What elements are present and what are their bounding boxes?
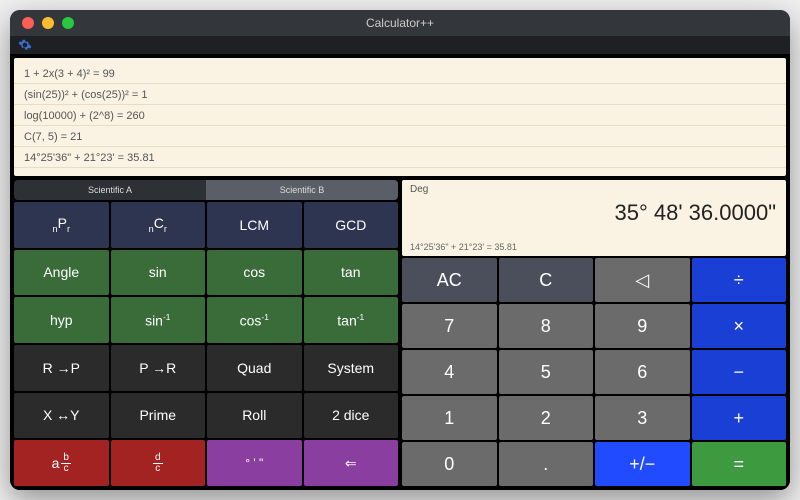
angle-button[interactable]: Angle xyxy=(14,250,109,296)
digit-0-button[interactable]: 0 xyxy=(402,442,497,486)
quad-button[interactable]: Quad xyxy=(207,345,302,391)
digit-3-button[interactable]: 3 xyxy=(595,396,690,440)
gcd-button[interactable]: GCD xyxy=(304,202,399,248)
prime-button[interactable]: Prime xyxy=(111,393,206,439)
hyp-button[interactable]: hyp xyxy=(14,297,109,343)
equals-button[interactable]: = xyxy=(692,442,787,486)
delete-button[interactable]: ◁ xyxy=(595,258,690,302)
tab-scientific-b[interactable]: Scientific B xyxy=(206,180,398,200)
divide-button[interactable]: ÷ xyxy=(692,258,787,302)
roll-button[interactable]: Roll xyxy=(207,393,302,439)
system-button[interactable]: System xyxy=(304,345,399,391)
display-value: 35° 48' 36.0000" xyxy=(615,200,777,226)
app-window: Calculator++ 1 + 2x(3 + 4)² = 99 (sin(25… xyxy=(10,10,790,490)
mixed-fraction-button[interactable]: abc xyxy=(14,440,109,486)
window-title: Calculator++ xyxy=(10,16,790,30)
negate-button[interactable]: +/− xyxy=(595,442,690,486)
tan-button[interactable]: tan xyxy=(304,250,399,296)
atan-button[interactable]: tan-1 xyxy=(304,297,399,343)
digit-4-button[interactable]: 4 xyxy=(402,350,497,394)
ncr-button[interactable]: nCr xyxy=(111,202,206,248)
digit-6-button[interactable]: 6 xyxy=(595,350,690,394)
acos-button[interactable]: cos-1 xyxy=(207,297,302,343)
dms-button[interactable]: ° ' " xyxy=(207,440,302,486)
dice-button[interactable]: 2 dice xyxy=(304,393,399,439)
history-line: 14°25'36" + 21°23' = 35.81 xyxy=(24,148,776,169)
history-line: log(10000) + (2^8) = 260 xyxy=(24,106,776,127)
multiply-button[interactable]: × xyxy=(692,304,787,348)
npr-button[interactable]: nPr xyxy=(14,202,109,248)
display-expression: 14°25'36" + 21°23' = 35.81 xyxy=(410,242,517,252)
toolbar xyxy=(10,36,790,54)
digit-2-button[interactable]: 2 xyxy=(499,396,594,440)
display: Deg 35° 48' 36.0000" 14°25'36" + 21°23' … xyxy=(402,180,786,256)
angle-mode: Deg xyxy=(410,184,428,195)
digit-9-button[interactable]: 9 xyxy=(595,304,690,348)
scientific-panel: Scientific A Scientific B nPr nCr LCM GC… xyxy=(14,180,398,486)
sin-button[interactable]: sin xyxy=(111,250,206,296)
digit-1-button[interactable]: 1 xyxy=(402,396,497,440)
swap-xy-button[interactable]: X ↔Y xyxy=(14,393,109,439)
lcm-button[interactable]: LCM xyxy=(207,202,302,248)
backspace-button[interactable]: ⇐ xyxy=(304,440,399,486)
history-tape[interactable]: 1 + 2x(3 + 4)² = 99 (sin(25))² + (cos(25… xyxy=(14,58,786,176)
digit-5-button[interactable]: 5 xyxy=(499,350,594,394)
asin-button[interactable]: sin-1 xyxy=(111,297,206,343)
add-button[interactable]: + xyxy=(692,396,787,440)
decimal-button[interactable]: . xyxy=(499,442,594,486)
main-area: Scientific A Scientific B nPr nCr LCM GC… xyxy=(14,180,786,486)
digit-7-button[interactable]: 7 xyxy=(402,304,497,348)
history-line: 1 + 2x(3 + 4)² = 99 xyxy=(24,64,776,85)
content: 1 + 2x(3 + 4)² = 99 (sin(25))² + (cos(25… xyxy=(10,54,790,490)
settings-icon[interactable] xyxy=(18,38,32,52)
titlebar: Calculator++ xyxy=(10,10,790,36)
numeric-grid: AC C ◁ ÷ 7 8 9 × 4 5 6 − 1 2 3 + 0 xyxy=(402,258,786,486)
scientific-grid: nPr nCr LCM GCD Angle sin cos tan hyp si… xyxy=(14,202,398,486)
subtract-button[interactable]: − xyxy=(692,350,787,394)
all-clear-button[interactable]: AC xyxy=(402,258,497,302)
history-line: C(7, 5) = 21 xyxy=(24,127,776,148)
numeric-panel: Deg 35° 48' 36.0000" 14°25'36" + 21°23' … xyxy=(402,180,786,486)
clear-button[interactable]: C xyxy=(499,258,594,302)
p-to-r-button[interactable]: P →R xyxy=(111,345,206,391)
digit-8-button[interactable]: 8 xyxy=(499,304,594,348)
mode-tabs: Scientific A Scientific B xyxy=(14,180,398,200)
tab-scientific-a[interactable]: Scientific A xyxy=(14,180,206,200)
fraction-button[interactable]: dc xyxy=(111,440,206,486)
history-line: (sin(25))² + (cos(25))² = 1 xyxy=(24,85,776,106)
cos-button[interactable]: cos xyxy=(207,250,302,296)
r-to-p-button[interactable]: R →P xyxy=(14,345,109,391)
